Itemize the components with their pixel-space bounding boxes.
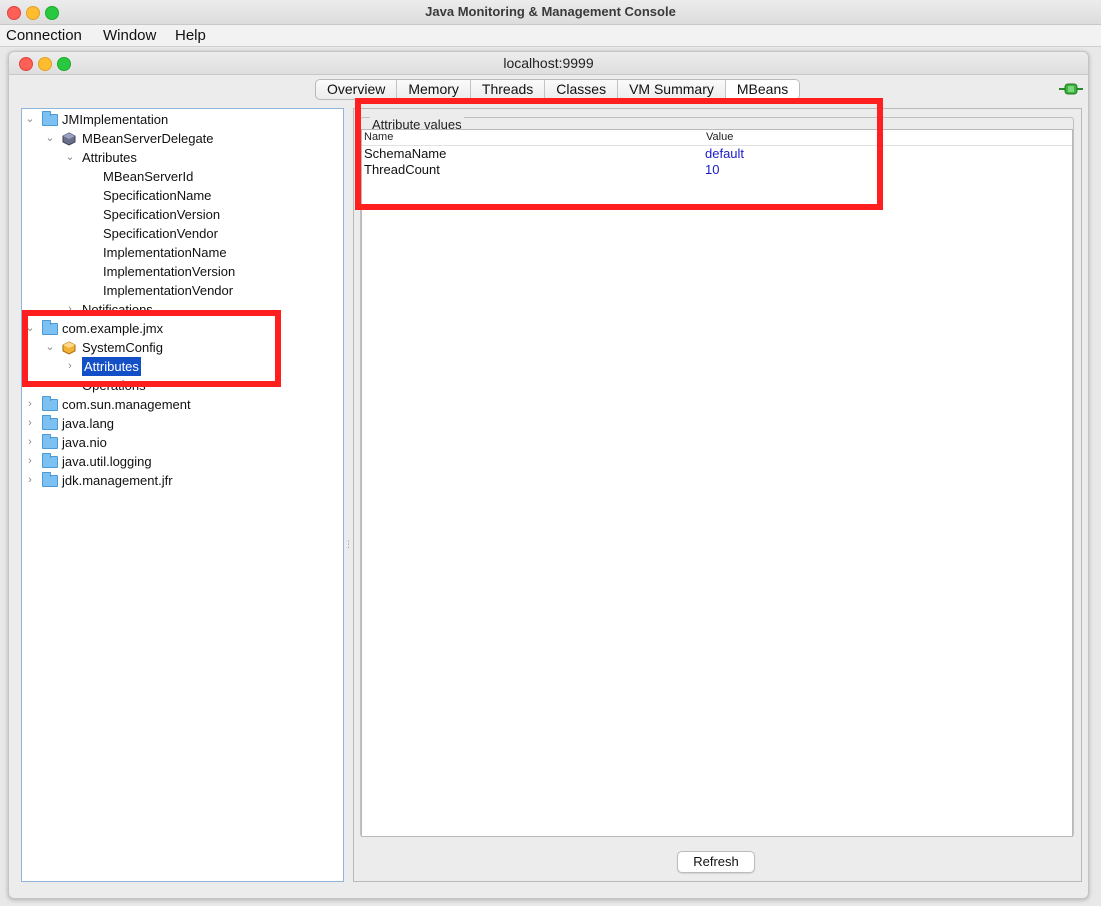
tree-leaf-attribute[interactable]: ImplementationVersion xyxy=(103,262,235,281)
chevron-down-icon[interactable]: ⌄ xyxy=(64,148,76,167)
highlight-box-systemconfig xyxy=(22,310,281,387)
tree-node-domain[interactable]: › com.sun.management xyxy=(24,395,191,414)
tab-vm-summary[interactable]: VM Summary xyxy=(618,80,726,99)
connection-titlebar: localhost:9999 xyxy=(9,52,1088,75)
split-pane-divider[interactable]: ⋮ xyxy=(344,539,353,549)
app-title: Java Monitoring & Management Console xyxy=(425,4,676,19)
chevron-down-icon[interactable]: ⌄ xyxy=(44,129,56,148)
chevron-right-icon[interactable]: › xyxy=(24,433,36,452)
chevron-right-icon[interactable]: › xyxy=(24,452,36,471)
tree-leaf-attribute[interactable]: SpecificationVendor xyxy=(103,224,218,243)
tree-leaf-attribute[interactable]: ImplementationName xyxy=(103,243,227,262)
tree-leaf-attribute[interactable]: SpecificationName xyxy=(103,186,211,205)
tree-node-jmimplementation[interactable]: ⌄ JMImplementation xyxy=(24,110,168,129)
tree-node-domain[interactable]: › java.util.logging xyxy=(24,452,152,471)
attribute-panel: Attribute values Name Value SchemaName d… xyxy=(353,108,1082,882)
menu-help[interactable]: Help xyxy=(175,27,206,44)
chevron-right-icon[interactable]: › xyxy=(24,471,36,490)
tab-mbeans[interactable]: MBeans xyxy=(725,80,800,99)
folder-icon xyxy=(42,433,58,449)
tree-node-domain[interactable]: › jdk.management.jfr xyxy=(24,471,173,490)
menu-bar: Connection Window Help xyxy=(0,25,1101,47)
chevron-right-icon[interactable]: › xyxy=(24,414,36,433)
highlight-box-attribute-values xyxy=(355,98,883,210)
folder-icon xyxy=(42,395,58,411)
menu-window[interactable]: Window xyxy=(103,27,156,44)
folder-icon xyxy=(42,452,58,468)
chevron-down-icon[interactable]: ⌄ xyxy=(24,110,36,129)
connection-title: localhost:9999 xyxy=(503,55,594,71)
tree-node-mbeanserverdelegate[interactable]: ⌄ MBeanServerDelegate xyxy=(44,129,213,148)
attribute-table: Name Value SchemaName default ThreadCoun… xyxy=(361,129,1073,837)
folder-icon xyxy=(42,471,58,487)
tab-classes[interactable]: Classes xyxy=(545,80,619,99)
tree-node-attributes[interactable]: ⌄ Attributes xyxy=(64,148,137,167)
folder-icon xyxy=(42,110,58,126)
tab-overview[interactable]: Overview xyxy=(316,80,398,99)
mbean-tree[interactable]: ⌄ JMImplementation ⌄ MBeanServerDelegate… xyxy=(21,108,344,882)
connection-status-icon[interactable] xyxy=(1059,82,1083,96)
app-titlebar: Java Monitoring & Management Console xyxy=(0,0,1101,25)
chevron-right-icon[interactable]: › xyxy=(24,395,36,414)
tree-node-domain[interactable]: › java.lang xyxy=(24,414,114,433)
menu-connection[interactable]: Connection xyxy=(6,27,82,44)
folder-icon xyxy=(42,414,58,430)
tree-node-domain[interactable]: › java.nio xyxy=(24,433,107,452)
tab-memory[interactable]: Memory xyxy=(397,80,471,99)
tab-bar: Overview Memory Threads Classes VM Summa… xyxy=(315,79,801,100)
tree-leaf-attribute[interactable]: ImplementationVendor xyxy=(103,281,233,300)
tree-leaf-attribute[interactable]: SpecificationVersion xyxy=(103,205,220,224)
tree-leaf-attribute[interactable]: MBeanServerId xyxy=(103,167,193,186)
tab-threads[interactable]: Threads xyxy=(471,80,546,99)
mbean-icon xyxy=(62,131,76,146)
refresh-button[interactable]: Refresh xyxy=(677,851,755,873)
